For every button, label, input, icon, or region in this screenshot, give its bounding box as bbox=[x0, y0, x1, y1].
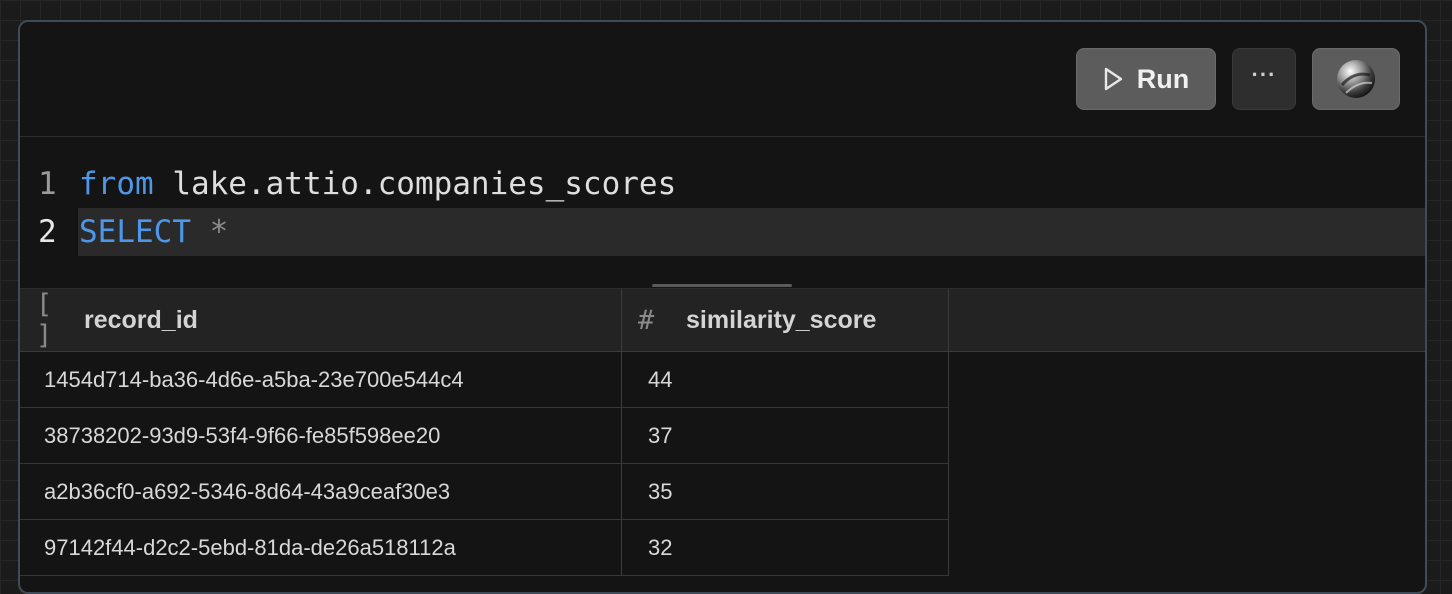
table-row[interactable]: 38738202-93d9-53f4-9f66-fe85f598ee20 37 bbox=[20, 408, 949, 464]
column-label: similarity_score bbox=[686, 305, 877, 334]
cell-similarity-score[interactable]: 37 bbox=[622, 408, 949, 463]
play-icon bbox=[1104, 67, 1122, 91]
line-number: 2 bbox=[38, 214, 57, 250]
column-header-record-id[interactable]: [ ] record_id bbox=[20, 289, 622, 351]
code-keyword: from bbox=[79, 166, 154, 202]
cell-record-id[interactable]: a2b36cf0-a692-5346-8d64-43a9ceaf30e3 bbox=[20, 464, 622, 519]
cell-toolbar: Run ··· bbox=[20, 22, 1425, 137]
cell-similarity-score[interactable]: 32 bbox=[622, 520, 949, 575]
code-text: lake.attio.companies_scores bbox=[153, 166, 677, 202]
more-options-button[interactable]: ··· bbox=[1232, 48, 1296, 110]
model-select-button[interactable] bbox=[1312, 48, 1400, 110]
table-row[interactable]: 1454d714-ba36-4d6e-a5ba-23e700e544c4 44 bbox=[20, 352, 949, 408]
cell-record-id[interactable]: 1454d714-ba36-4d6e-a5ba-23e700e544c4 bbox=[20, 352, 622, 407]
run-label: Run bbox=[1136, 63, 1190, 94]
cell-record-id[interactable]: 38738202-93d9-53f4-9f66-fe85f598ee20 bbox=[20, 408, 622, 463]
code-keyword: SELECT bbox=[79, 214, 191, 250]
cell-similarity-score[interactable]: 44 bbox=[622, 352, 949, 407]
sphere-icon bbox=[1337, 60, 1375, 98]
table-header: [ ] record_id # similarity_score bbox=[20, 288, 1425, 352]
cell-record-id[interactable]: 97142f44-d2c2-5ebd-81da-de26a518112a bbox=[20, 520, 622, 575]
code-line-active: 2 SELECT * bbox=[20, 208, 1425, 256]
more-icon: ··· bbox=[1251, 62, 1277, 87]
array-icon: [ ] bbox=[36, 289, 53, 351]
code-text: * bbox=[190, 214, 229, 250]
line-number: 1 bbox=[38, 166, 57, 202]
active-line-highlight bbox=[78, 208, 1425, 256]
resize-handle[interactable] bbox=[652, 284, 792, 287]
table-row[interactable]: 97142f44-d2c2-5ebd-81da-de26a518112a 32 bbox=[20, 520, 949, 576]
code-line: 1 from lake.attio.companies_scores bbox=[20, 160, 1425, 208]
run-button[interactable]: Run bbox=[1076, 48, 1216, 110]
column-header-similarity-score[interactable]: # similarity_score bbox=[622, 289, 949, 351]
table-row[interactable]: a2b36cf0-a692-5346-8d64-43a9ceaf30e3 35 bbox=[20, 464, 949, 520]
sql-cell-panel: Run ··· 1 from lake.attio.companies_scor… bbox=[18, 20, 1427, 594]
code-editor[interactable]: 1 from lake.attio.companies_scores 2 SEL… bbox=[20, 160, 1425, 256]
column-label: record_id bbox=[84, 305, 198, 334]
cell-similarity-score[interactable]: 35 bbox=[622, 464, 949, 519]
results-table: [ ] record_id # similarity_score 1454d71… bbox=[20, 288, 1425, 576]
number-icon: # bbox=[638, 304, 655, 336]
